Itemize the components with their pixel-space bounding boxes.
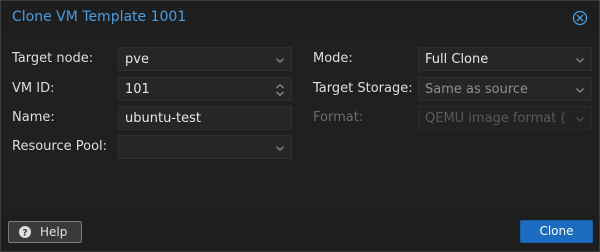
resource-pool-label: Resource Pool: [12, 139, 108, 154]
format-value: QEMU image format (qc [425, 111, 565, 126]
close-icon[interactable] [572, 10, 588, 26]
dialog-titlebar[interactable]: Clone VM Template 1001 [1, 1, 599, 35]
target-storage-select[interactable]: Same as source [418, 77, 592, 101]
clone-button[interactable]: Clone [520, 220, 593, 243]
vm-id-value: 101 [125, 82, 150, 97]
help-button[interactable]: ? Help [8, 221, 82, 243]
name-value: ubuntu-test [125, 111, 201, 126]
name-label: Name: [12, 110, 55, 125]
dialog-footer: ? Help Clone [1, 213, 599, 251]
format-label: Format: [313, 110, 364, 125]
name-field[interactable]: ubuntu-test [118, 106, 292, 130]
mode-label: Mode: [313, 51, 353, 66]
vm-id-field[interactable]: 101 [118, 77, 292, 101]
chevron-down-icon[interactable] [275, 55, 285, 65]
target-storage-value: Same as source [425, 82, 529, 97]
mode-select[interactable]: Full Clone [418, 47, 592, 71]
target-node-select[interactable]: pve [118, 47, 292, 71]
resource-pool-select[interactable] [118, 135, 292, 159]
target-node-label: Target node: [12, 51, 94, 66]
mode-value: Full Clone [425, 52, 489, 67]
chevron-down-icon[interactable] [575, 85, 585, 95]
chevron-down-icon[interactable] [575, 55, 585, 65]
spinner-arrows-icon[interactable] [275, 83, 285, 97]
help-button-label: Help [40, 225, 68, 239]
target-storage-label: Target Storage: [313, 81, 413, 96]
chevron-down-icon[interactable] [275, 143, 285, 153]
chevron-down-icon [576, 117, 584, 122]
target-node-value: pve [125, 52, 149, 67]
svg-text:?: ? [22, 228, 27, 238]
clone-vm-dialog: Clone VM Template 1001 Target node: pve … [0, 0, 600, 252]
clone-button-label: Clone [539, 224, 574, 238]
vm-id-label: VM ID: [12, 81, 55, 96]
dialog-body: Target node: pve VM ID: 101 Name: ubuntu… [1, 35, 599, 213]
question-circle-icon: ? [19, 226, 31, 238]
dialog-title: Clone VM Template 1001 [12, 9, 187, 25]
format-select: QEMU image format (qc [418, 106, 592, 130]
